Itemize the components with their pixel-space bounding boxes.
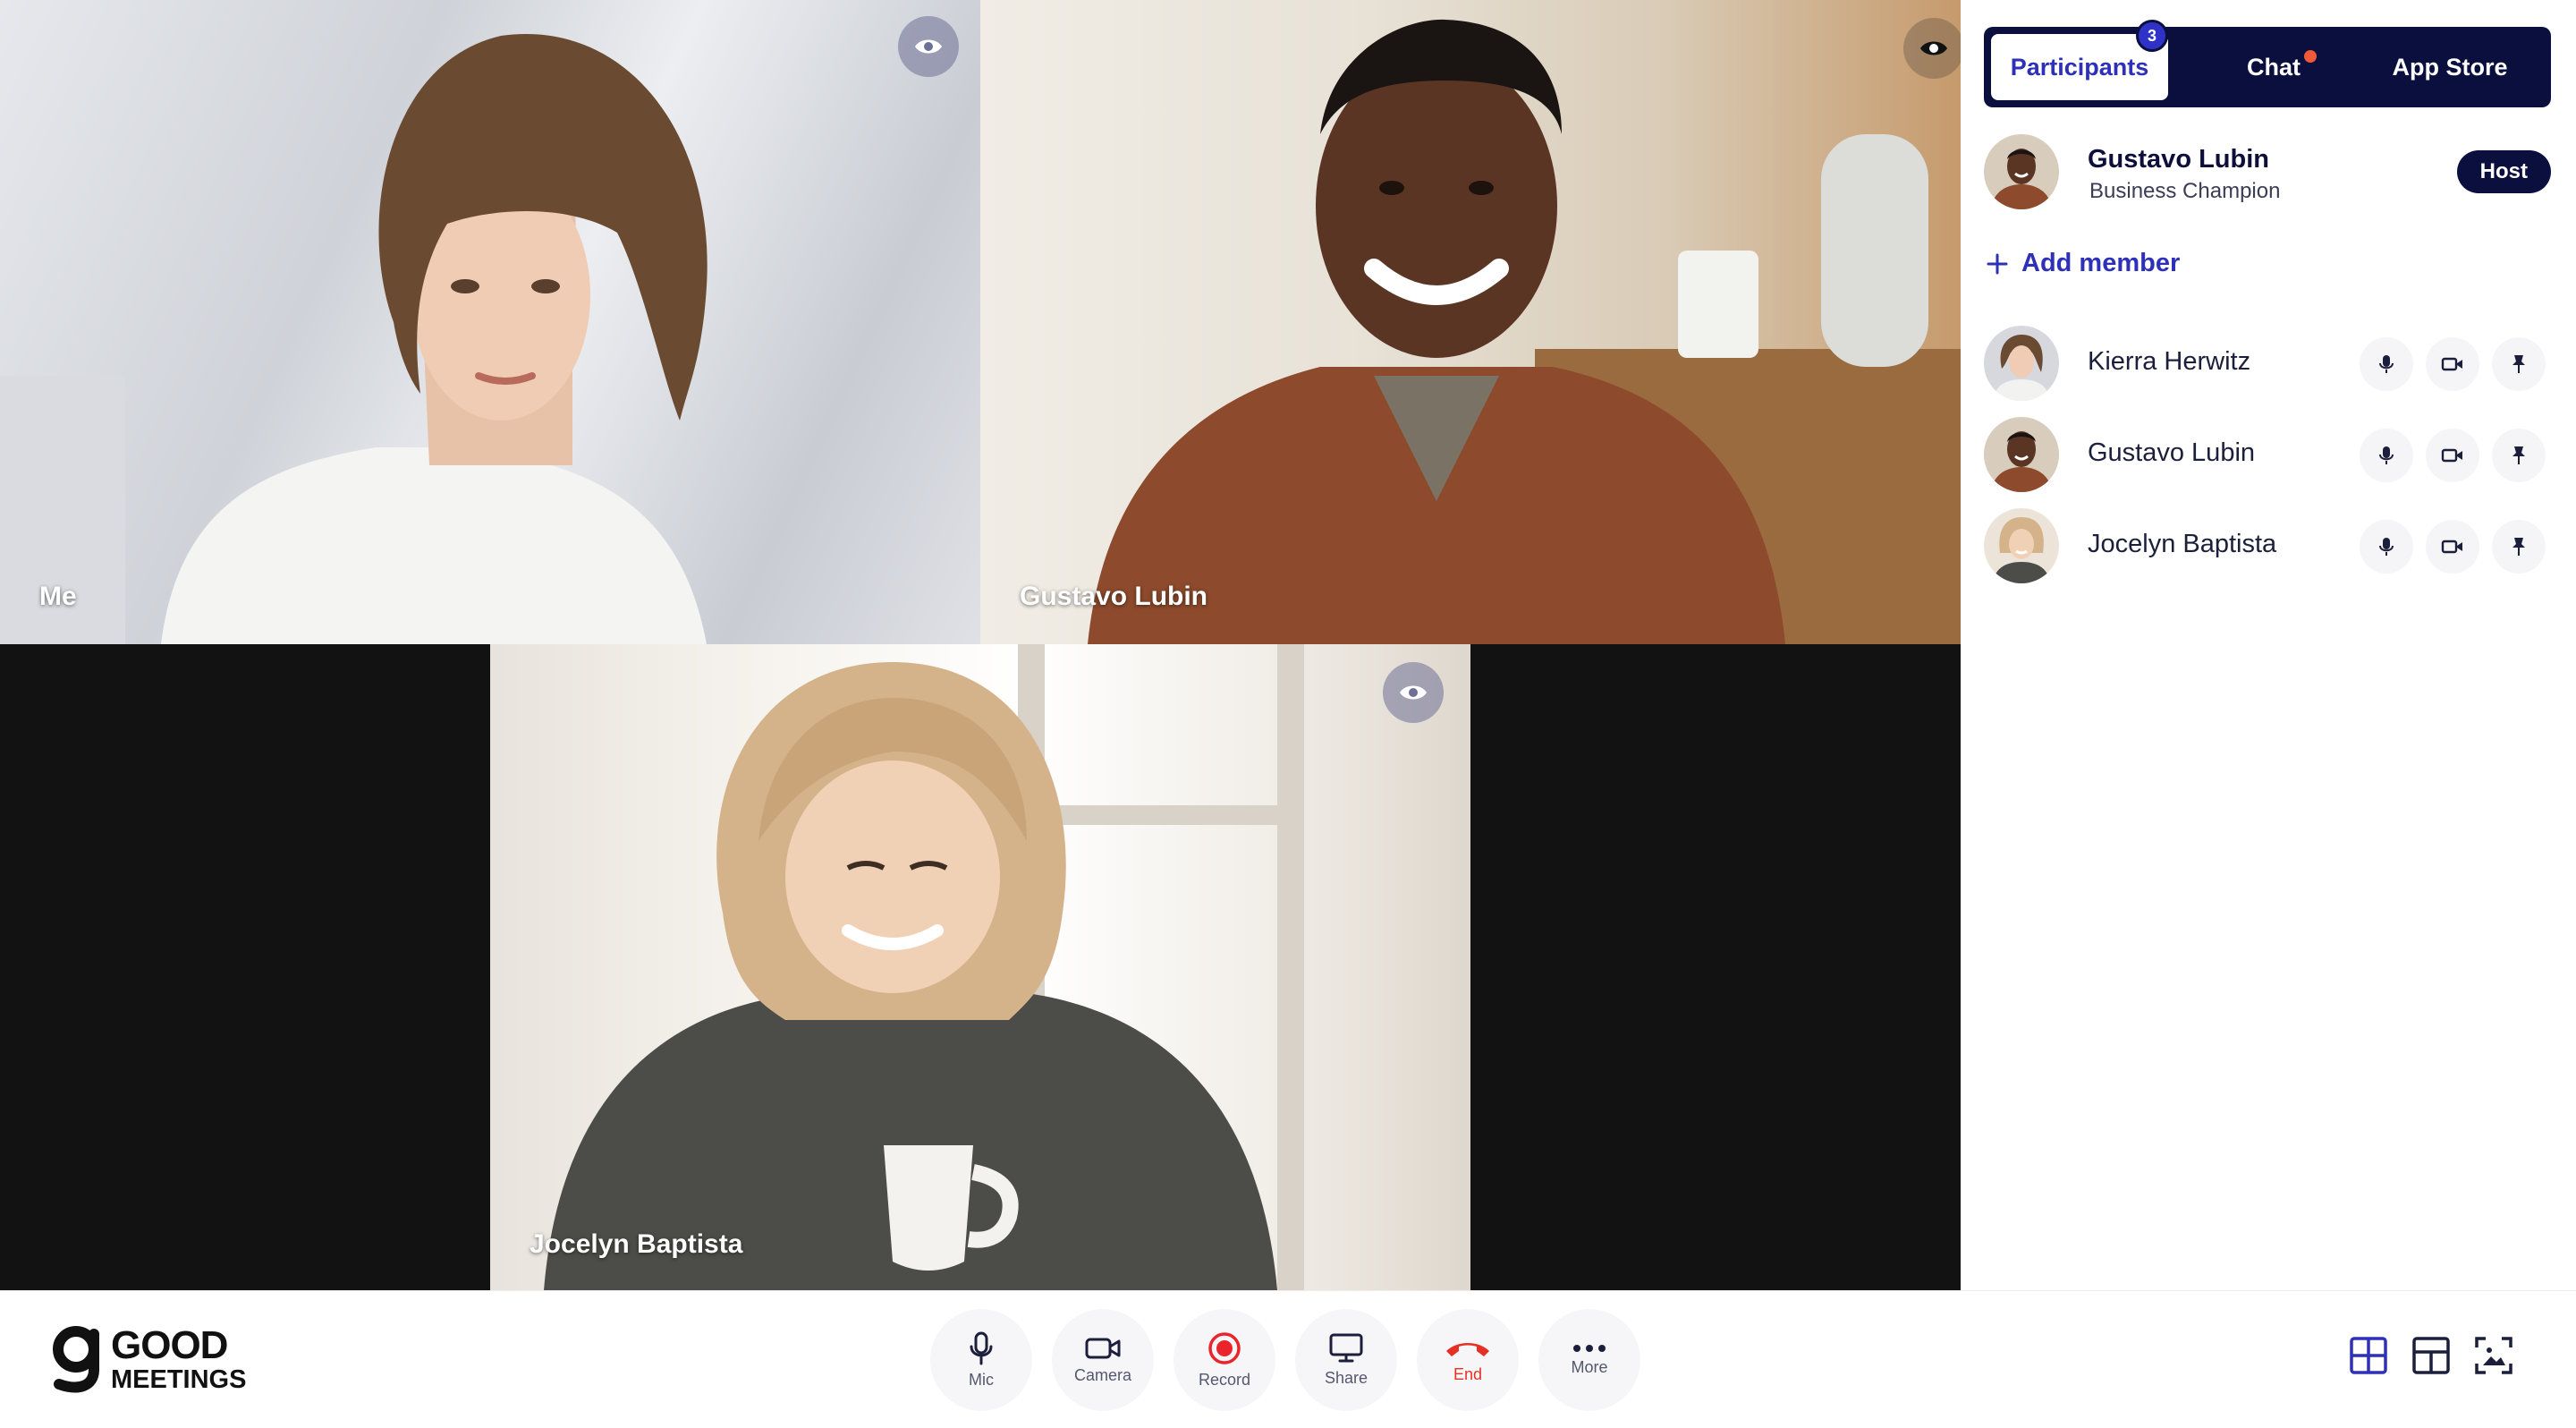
add-member-button[interactable]: Add member (1986, 249, 2180, 278)
unread-dot (2304, 50, 2317, 63)
sidebar-tabs: Participants 3 Chat App Store (1984, 20, 2551, 107)
member-name: Jocelyn Baptista (2088, 530, 2277, 558)
more-icon (1573, 1344, 1606, 1352)
logo-word-2: MEETINGS (111, 1364, 247, 1394)
host-subtitle: Business Champion (2089, 179, 2281, 203)
member-camera-button[interactable] (2426, 337, 2479, 391)
participant-video-me (0, 33, 708, 644)
mic-label: Mic (969, 1370, 994, 1389)
member-name: Kierra Herwitz (2088, 347, 2251, 376)
video-tile-me[interactable]: Me (0, 0, 980, 644)
grid-layout-button[interactable] (2349, 1336, 2388, 1375)
pin-icon (2512, 355, 2525, 373)
tab-label: App Store (2392, 53, 2508, 81)
camera-icon (1085, 1338, 1121, 1358)
tab-app-store[interactable]: App Store (2363, 34, 2537, 100)
tab-label: Participants (2010, 53, 2149, 81)
video-tile-jocelyn[interactable]: Jocelyn Baptista (490, 644, 1470, 1290)
logo-word-1: GOOD (111, 1322, 228, 1367)
member-mic-button[interactable] (2360, 429, 2413, 482)
layout-switcher (2349, 1336, 2513, 1375)
split-layout-icon (2412, 1337, 2450, 1374)
app-logo: GOOD MEETINGS (52, 1325, 246, 1393)
tab-chat[interactable]: Chat (2184, 34, 2363, 100)
member-name: Gustavo Lubin (2088, 438, 2256, 467)
mic-button[interactable]: Mic (930, 1309, 1032, 1411)
mic-icon (970, 1331, 993, 1364)
tile-name-label: Me (39, 582, 77, 611)
more-label: More (1571, 1357, 1608, 1376)
share-label: Share (1324, 1368, 1368, 1387)
member-row: Gustavo Lubin (1984, 417, 2551, 494)
focus-layout-button[interactable] (2474, 1336, 2513, 1375)
avatar (1984, 134, 2059, 209)
add-member-label: Add member (2021, 249, 2181, 277)
participants-sidebar: Participants 3 Chat App Store Gustavo Lu… (1961, 0, 2576, 1290)
record-label: Record (1198, 1370, 1251, 1389)
avatar (1984, 508, 2059, 583)
eye-icon (915, 39, 942, 54)
host-badge: Host (2456, 150, 2551, 193)
camera-button[interactable]: Camera (1052, 1309, 1154, 1411)
mic-icon (2379, 538, 2394, 556)
participant-video-jocelyn (544, 644, 1304, 1290)
participant-video-gustavo (1088, 19, 1961, 644)
end-label: End (1453, 1364, 1483, 1383)
meeting-toolbar: GOOD MEETINGS Mic Camera Record Share En… (0, 1290, 2576, 1428)
avatar (1984, 417, 2059, 492)
pin-icon (2512, 446, 2525, 464)
member-camera-button[interactable] (2426, 520, 2479, 574)
avatar (1984, 326, 2059, 401)
tile-name-label: Jocelyn Baptista (530, 1229, 743, 1259)
record-icon (1208, 1331, 1241, 1364)
logo-mark-icon (53, 1326, 99, 1393)
eye-icon (1920, 41, 1947, 55)
member-pin-button[interactable] (2492, 520, 2546, 574)
spotlight-eye-button[interactable] (1383, 662, 1444, 723)
spotlight-eye-button[interactable] (898, 16, 959, 77)
spotlight-eye-button[interactable] (1903, 18, 1961, 79)
eye-icon (1400, 685, 1427, 700)
member-row: Kierra Herwitz (1984, 326, 2551, 403)
plus-icon (1987, 253, 2008, 274)
member-mic-button[interactable] (2360, 337, 2413, 391)
video-tile-gustavo[interactable]: Gustavo Lubin (980, 0, 1961, 644)
mic-icon (2379, 446, 2394, 464)
share-screen-button[interactable]: Share (1295, 1309, 1397, 1411)
member-mic-button[interactable] (2360, 520, 2413, 574)
member-pin-button[interactable] (2492, 337, 2546, 391)
split-layout-button[interactable] (2411, 1336, 2451, 1375)
tile-name-label: Gustavo Lubin (1020, 582, 1208, 611)
share-screen-icon (1329, 1333, 1363, 1362)
camera-icon (2441, 448, 2462, 463)
tab-participants[interactable]: Participants 3 (1991, 20, 2168, 100)
end-call-icon (1446, 1342, 1489, 1356)
member-pin-button[interactable] (2492, 429, 2546, 482)
record-button[interactable]: Record (1174, 1309, 1275, 1411)
member-row: Jocelyn Baptista (1984, 508, 2551, 585)
end-call-button[interactable]: End (1417, 1309, 1519, 1411)
host-name: Gustavo Lubin (2088, 145, 2269, 174)
focus-layout-icon (2475, 1337, 2512, 1374)
host-row: Gustavo Lubin Business Champion Host (1984, 134, 2551, 211)
camera-icon (2441, 540, 2462, 554)
video-stage: Me Gustavo Lubin Jocelyn Baptista (0, 0, 1961, 1290)
mic-icon (2379, 355, 2394, 373)
camera-icon (2441, 357, 2462, 371)
call-controls: Mic Camera Record Share End More (930, 1309, 1640, 1411)
member-camera-button[interactable] (2426, 429, 2479, 482)
grid-layout-icon (2350, 1337, 2387, 1374)
participant-count-badge: 3 (2136, 20, 2168, 52)
tab-label: Chat (2247, 53, 2301, 81)
pin-icon (2512, 538, 2525, 556)
more-button[interactable]: More (1538, 1309, 1640, 1411)
camera-label: Camera (1073, 1365, 1132, 1384)
